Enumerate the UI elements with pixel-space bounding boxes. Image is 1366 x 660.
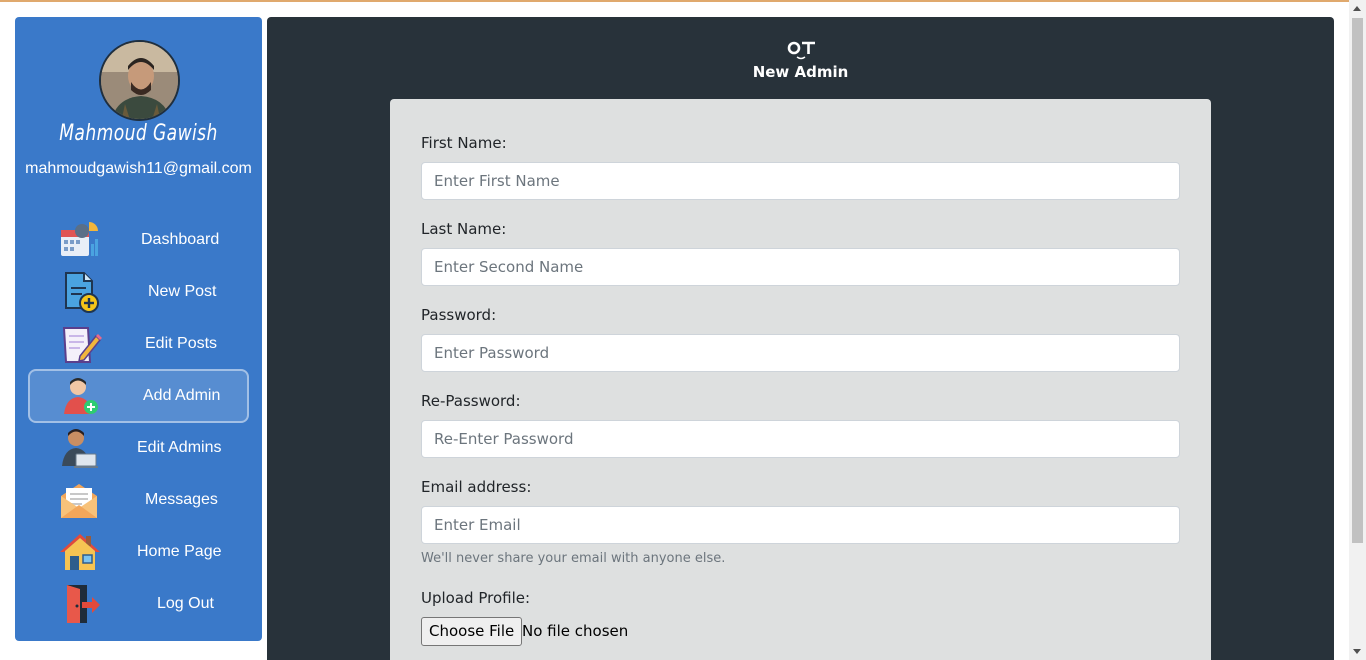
main-panel: New Admin First Name: Last Name: Passwor…	[267, 17, 1334, 660]
last-name-label: Last Name:	[421, 220, 507, 238]
sidebar-item-label: Add Admin	[143, 387, 221, 404]
first-name-label: First Name:	[421, 134, 507, 152]
new-post-icon	[58, 270, 102, 314]
re-password-input[interactable]	[421, 420, 1180, 458]
sidebar-item-add-admin[interactable]: Add Admin	[28, 369, 249, 423]
email-help-text: We'll never share your email with anyone…	[421, 551, 726, 566]
email-label: Email address:	[421, 478, 532, 496]
sidebar-item-log-out[interactable]: Log Out	[28, 577, 249, 631]
upload-profile-label: Upload Profile:	[421, 589, 531, 607]
last-name-input[interactable]	[421, 248, 1180, 286]
sidebar-item-label: Messages	[145, 491, 218, 508]
window-top-border	[0, 0, 1366, 2]
dashboard-icon	[58, 218, 102, 262]
sidebar-item-label: New Post	[148, 283, 217, 300]
sidebar-item-label: Edit Posts	[145, 335, 218, 352]
edit-posts-icon	[58, 322, 102, 366]
sidebar-item-edit-posts[interactable]: Edit Posts	[28, 317, 249, 371]
scrollbar-thumb[interactable]	[1352, 18, 1363, 543]
sidebar-item-label: Log Out	[157, 595, 214, 612]
sidebar-item-home-page[interactable]: Home Page	[28, 525, 249, 579]
re-password-label: Re-Password:	[421, 392, 521, 410]
sidebar-item-label: Home Page	[137, 543, 222, 560]
page-title: New Admin	[752, 63, 849, 81]
add-admin-icon	[58, 374, 102, 418]
logout-icon	[58, 582, 102, 626]
sidebar: Mahmoud Gawish mahmoudgawish11@gmail.com…	[15, 17, 262, 641]
file-status-text: No file chosen	[522, 622, 629, 640]
choose-file-button[interactable]: Choose File	[421, 617, 523, 646]
messages-icon	[58, 478, 102, 522]
sidebar-item-dashboard[interactable]: Dashboard	[28, 213, 249, 267]
password-label: Password:	[421, 306, 497, 324]
site-logo	[786, 39, 816, 61]
user-email: mahmoudgawish11@gmail.com	[25, 160, 252, 177]
password-input[interactable]	[421, 334, 1180, 372]
sidebar-item-label: Edit Admins	[137, 439, 222, 456]
sidebar-item-new-post[interactable]: New Post	[28, 265, 249, 319]
home-icon	[58, 530, 102, 574]
user-name: Mahmoud Gawish	[59, 121, 218, 146]
new-admin-form: First Name: Last Name: Password: Re-Pass…	[390, 99, 1211, 660]
scroll-down-icon[interactable]	[1353, 649, 1361, 654]
avatar	[99, 40, 180, 121]
sidebar-item-label: Dashboard	[141, 231, 220, 248]
first-name-input[interactable]	[421, 162, 1180, 200]
edit-admins-icon	[58, 426, 102, 470]
page-scrollbar[interactable]	[1349, 0, 1366, 660]
sidebar-item-edit-admins[interactable]: Edit Admins	[28, 421, 249, 475]
email-input[interactable]	[421, 506, 1180, 544]
sidebar-item-messages[interactable]: Messages	[28, 473, 249, 527]
scroll-up-icon[interactable]	[1353, 6, 1361, 11]
